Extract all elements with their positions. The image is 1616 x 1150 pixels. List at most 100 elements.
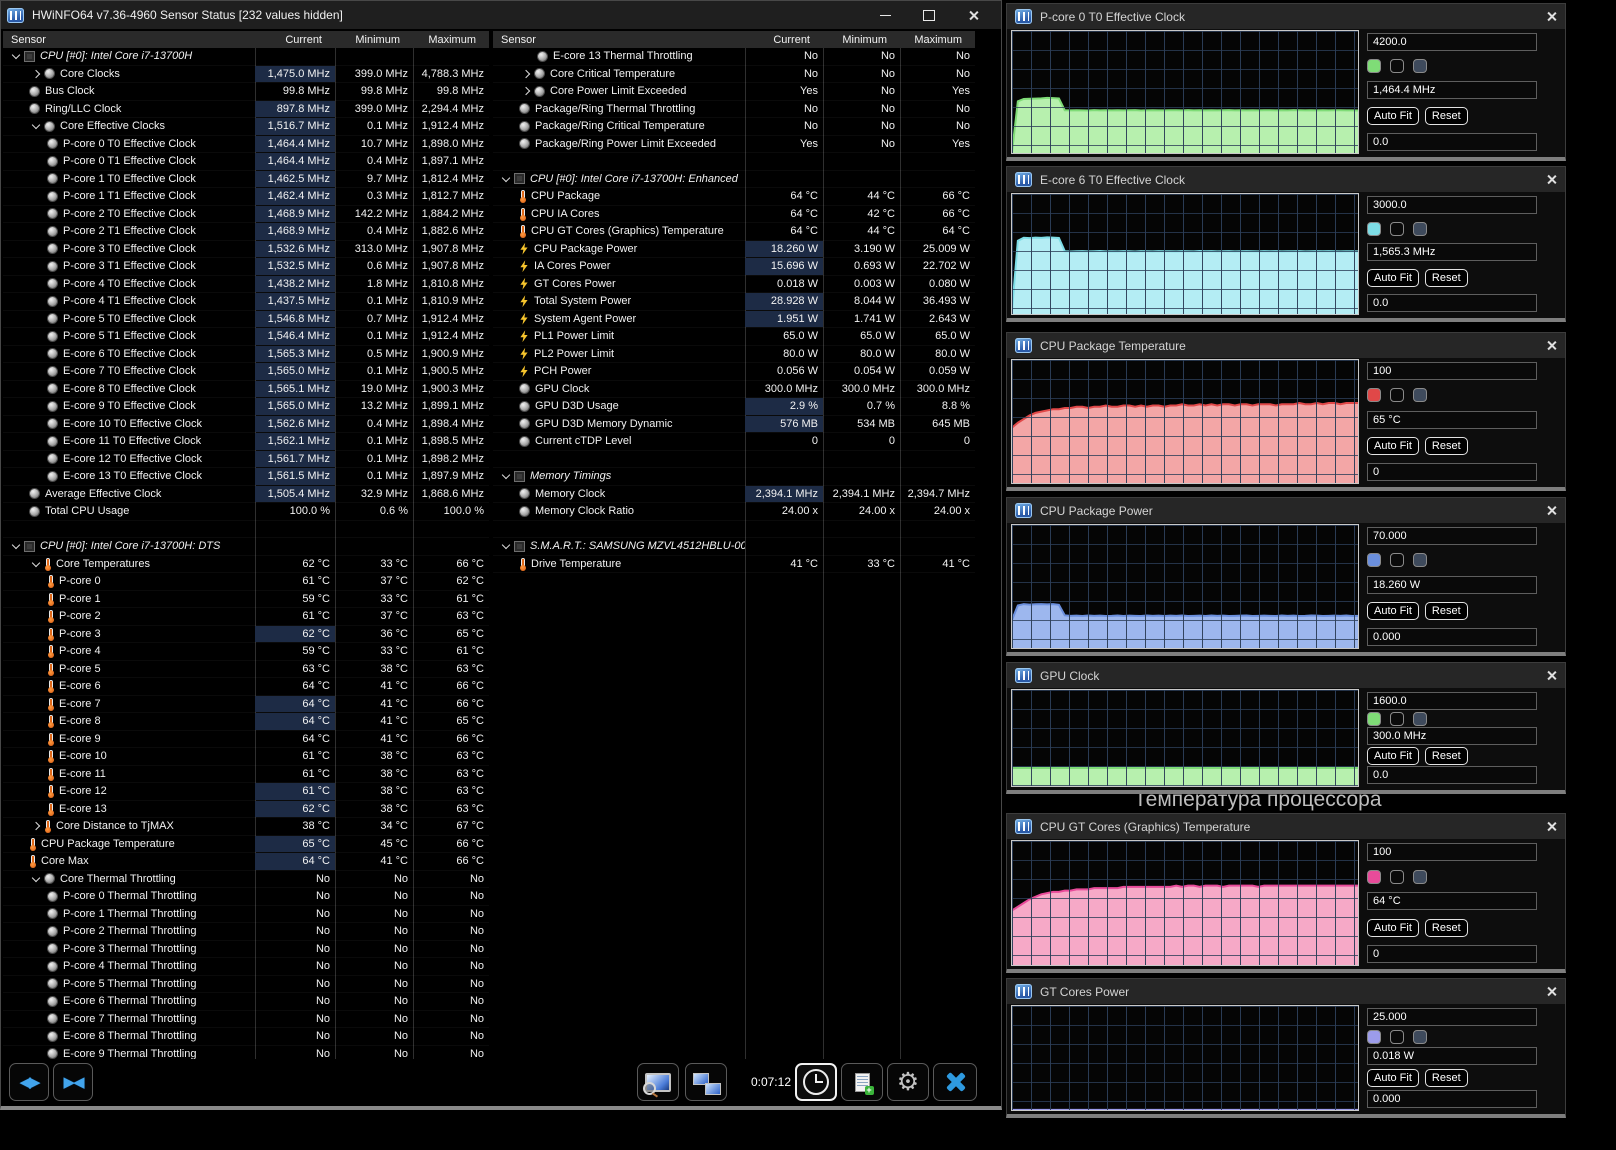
sensor-row[interactable]: P-core 5 Thermal ThrottlingNoNoNo (3, 976, 489, 994)
grid-color-button[interactable] (1413, 222, 1427, 236)
sensor-row[interactable]: Core Max64 °C41 °C66 °C (3, 853, 489, 871)
sensor-row[interactable]: Drive Temperature41 °C33 °C41 °C (493, 556, 975, 574)
y-axis-max-field[interactable]: 70.000 (1367, 527, 1537, 545)
graph-color-button[interactable] (1367, 59, 1381, 73)
sensor-row[interactable]: P-core 5 T1 Effective Clock1,546.4 MHz0.… (3, 328, 489, 346)
sensor-row[interactable]: E-core 1161 °C38 °C63 °C (3, 766, 489, 784)
graph-color-button[interactable] (1367, 712, 1381, 726)
chevron-down-icon[interactable] (499, 471, 514, 481)
sensor-row[interactable]: GPU D3D Memory Dynamic576 MB534 MB645 MB (493, 416, 975, 434)
grid-color-button[interactable] (1413, 712, 1427, 726)
reset-button[interactable]: Reset (1425, 1069, 1468, 1087)
chevron-down-icon[interactable] (499, 174, 514, 184)
sensor-row[interactable]: Bus Clock99.8 MHz99.8 MHz99.8 MHz (3, 83, 489, 101)
sensor-row[interactable]: E-core 1362 °C38 °C63 °C (3, 801, 489, 819)
y-axis-max-field[interactable]: 100 (1367, 843, 1537, 861)
auto-fit-button[interactable]: Auto Fit (1367, 602, 1419, 620)
sensor-row[interactable]: PL1 Power Limit65.0 W65.0 W65.0 W (493, 328, 975, 346)
sensor-row[interactable]: P-core 0 T0 Effective Clock1,464.4 MHz10… (3, 136, 489, 154)
reset-button[interactable]: Reset (1425, 919, 1468, 937)
chevron-right-icon[interactable] (519, 69, 534, 79)
sensor-row[interactable]: Total CPU Usage100.0 %0.6 %100.0 % (3, 503, 489, 521)
sensor-row[interactable]: Core Power Limit ExceededYesNoYes (493, 83, 975, 101)
graph-titlebar[interactable]: E-core 6 T0 Effective Clock (1007, 167, 1565, 192)
sensor-row[interactable]: CPU Package Power18.260 W3.190 W25.009 W (493, 241, 975, 259)
sensor-row[interactable]: CPU Package Temperature65 °C45 °C66 °C (3, 836, 489, 854)
sensor-row[interactable]: Core Critical TemperatureNoNoNo (493, 66, 975, 84)
sensor-row[interactable]: E-core 8 T0 Effective Clock1,565.1 MHz19… (3, 381, 489, 399)
background-color-button[interactable] (1390, 388, 1404, 402)
grid-color-button[interactable] (1413, 388, 1427, 402)
expand-columns-button[interactable]: ◀▶ (9, 1063, 49, 1101)
sensor-row[interactable]: E-core 964 °C41 °C66 °C (3, 731, 489, 749)
sensor-row[interactable]: E-core 664 °C41 °C66 °C (3, 678, 489, 696)
y-axis-min-field[interactable]: 0 (1367, 945, 1537, 963)
column-header-minimum[interactable]: Minimum (815, 34, 892, 46)
column-header-minimum[interactable]: Minimum (327, 34, 405, 46)
sensor-row[interactable]: P-core 1 Thermal ThrottlingNoNoNo (3, 906, 489, 924)
graph-titlebar[interactable]: CPU GT Cores (Graphics) Temperature (1007, 814, 1565, 839)
sensor-row[interactable]: E-core 864 °C41 °C65 °C (3, 713, 489, 731)
graph-plot-area[interactable] (1011, 524, 1359, 649)
chevron-right-icon[interactable] (29, 821, 44, 831)
report-button[interactable]: + (841, 1063, 883, 1101)
reset-button[interactable]: Reset (1425, 107, 1468, 125)
sensor-row[interactable]: Core Effective Clocks1,516.7 MHz0.1 MHz1… (3, 118, 489, 136)
graph-color-button[interactable] (1367, 1030, 1381, 1044)
graph-titlebar[interactable]: GPU Clock (1007, 663, 1565, 688)
chevron-down-icon[interactable] (29, 559, 44, 569)
auto-fit-button[interactable]: Auto Fit (1367, 1069, 1419, 1087)
sensor-row[interactable]: Average Effective Clock1,505.4 MHz32.9 M… (3, 486, 489, 504)
graph-titlebar[interactable]: P-core 0 T0 Effective Clock (1007, 4, 1565, 29)
graph-plot-area[interactable] (1011, 359, 1359, 484)
background-color-button[interactable] (1390, 59, 1404, 73)
grid-color-button[interactable] (1413, 59, 1427, 73)
grid-color-button[interactable] (1413, 1030, 1427, 1044)
sensor-row[interactable]: Core Temperatures62 °C33 °C66 °C (3, 556, 489, 574)
sensor-row[interactable]: P-core 0 Thermal ThrottlingNoNoNo (3, 888, 489, 906)
reset-button[interactable]: Reset (1425, 602, 1468, 620)
sensor-row[interactable]: P-core 4 T0 Effective Clock1,438.2 MHz1.… (3, 276, 489, 294)
sensor-row[interactable]: GPU D3D Usage2.9 %0.7 %8.8 % (493, 398, 975, 416)
sensor-row[interactable]: CPU [#0]: Intel Core i7-13700H: DTS (3, 538, 489, 556)
sensor-row[interactable]: CPU IA Cores64 °C42 °C66 °C (493, 206, 975, 224)
column-header-maximum[interactable]: Maximum (405, 34, 481, 46)
sensor-row[interactable]: E-core 13 T0 Effective Clock1,561.5 MHz0… (3, 468, 489, 486)
chevron-down-icon[interactable] (29, 874, 44, 884)
graph-color-button[interactable] (1367, 388, 1381, 402)
sensor-row[interactable]: GPU Clock300.0 MHz300.0 MHz300.0 MHz (493, 381, 975, 399)
sensor-row[interactable]: S.M.A.R.T.: SAMSUNG MZVL4512HBLU-00... (493, 538, 975, 556)
chevron-right-icon[interactable] (519, 86, 534, 96)
sensor-row[interactable]: E-core 6 T0 Effective Clock1,565.3 MHz0.… (3, 346, 489, 364)
sensor-row[interactable]: P-core 4 Thermal ThrottlingNoNoNo (3, 958, 489, 976)
sensor-row[interactable]: P-core 3 T0 Effective Clock1,532.6 MHz31… (3, 241, 489, 259)
sensor-row[interactable]: P-core 459 °C33 °C61 °C (3, 643, 489, 661)
close-icon[interactable] (1546, 670, 1557, 681)
sensor-row[interactable]: E-core 7 Thermal ThrottlingNoNoNo (3, 1011, 489, 1029)
graph-plot-area[interactable] (1011, 30, 1359, 154)
sensor-row[interactable]: E-core 13 Thermal ThrottlingNoNoNo (493, 48, 975, 66)
auto-fit-button[interactable]: Auto Fit (1367, 269, 1419, 287)
reset-button[interactable]: Reset (1425, 269, 1468, 287)
auto-fit-button[interactable]: Auto Fit (1367, 919, 1419, 937)
grid-color-button[interactable] (1413, 553, 1427, 567)
sensor-row[interactable]: CPU [#0]: Intel Core i7-13700H: Enhanced (493, 171, 975, 189)
sensor-row[interactable]: E-core 8 Thermal ThrottlingNoNoNo (3, 1028, 489, 1046)
background-color-button[interactable] (1390, 712, 1404, 726)
maximize-button[interactable] (907, 2, 951, 28)
sensor-row[interactable]: Package/Ring Power Limit ExceededYesNoYe… (493, 136, 975, 154)
sensor-row[interactable]: Core Thermal ThrottlingNoNoNo (3, 871, 489, 889)
y-axis-max-field[interactable]: 1600.0 (1367, 692, 1537, 710)
background-color-button[interactable] (1390, 1030, 1404, 1044)
chevron-down-icon[interactable] (499, 541, 514, 551)
sensor-row[interactable]: P-core 159 °C33 °C61 °C (3, 591, 489, 609)
chevron-right-icon[interactable] (29, 69, 44, 79)
y-axis-max-field[interactable]: 3000.0 (1367, 196, 1537, 214)
sensor-row[interactable]: P-core 4 T1 Effective Clock1,437.5 MHz0.… (3, 293, 489, 311)
clock-mode-button[interactable] (795, 1063, 837, 1101)
y-axis-max-field[interactable]: 4200.0 (1367, 33, 1537, 51)
column-header-current[interactable]: Current (247, 34, 327, 46)
graph-plot-area[interactable] (1011, 1005, 1359, 1111)
sensor-row[interactable]: PCH Power0.056 W0.054 W0.059 W (493, 363, 975, 381)
sensor-row[interactable]: IA Cores Power15.696 W0.693 W22.702 W (493, 258, 975, 276)
